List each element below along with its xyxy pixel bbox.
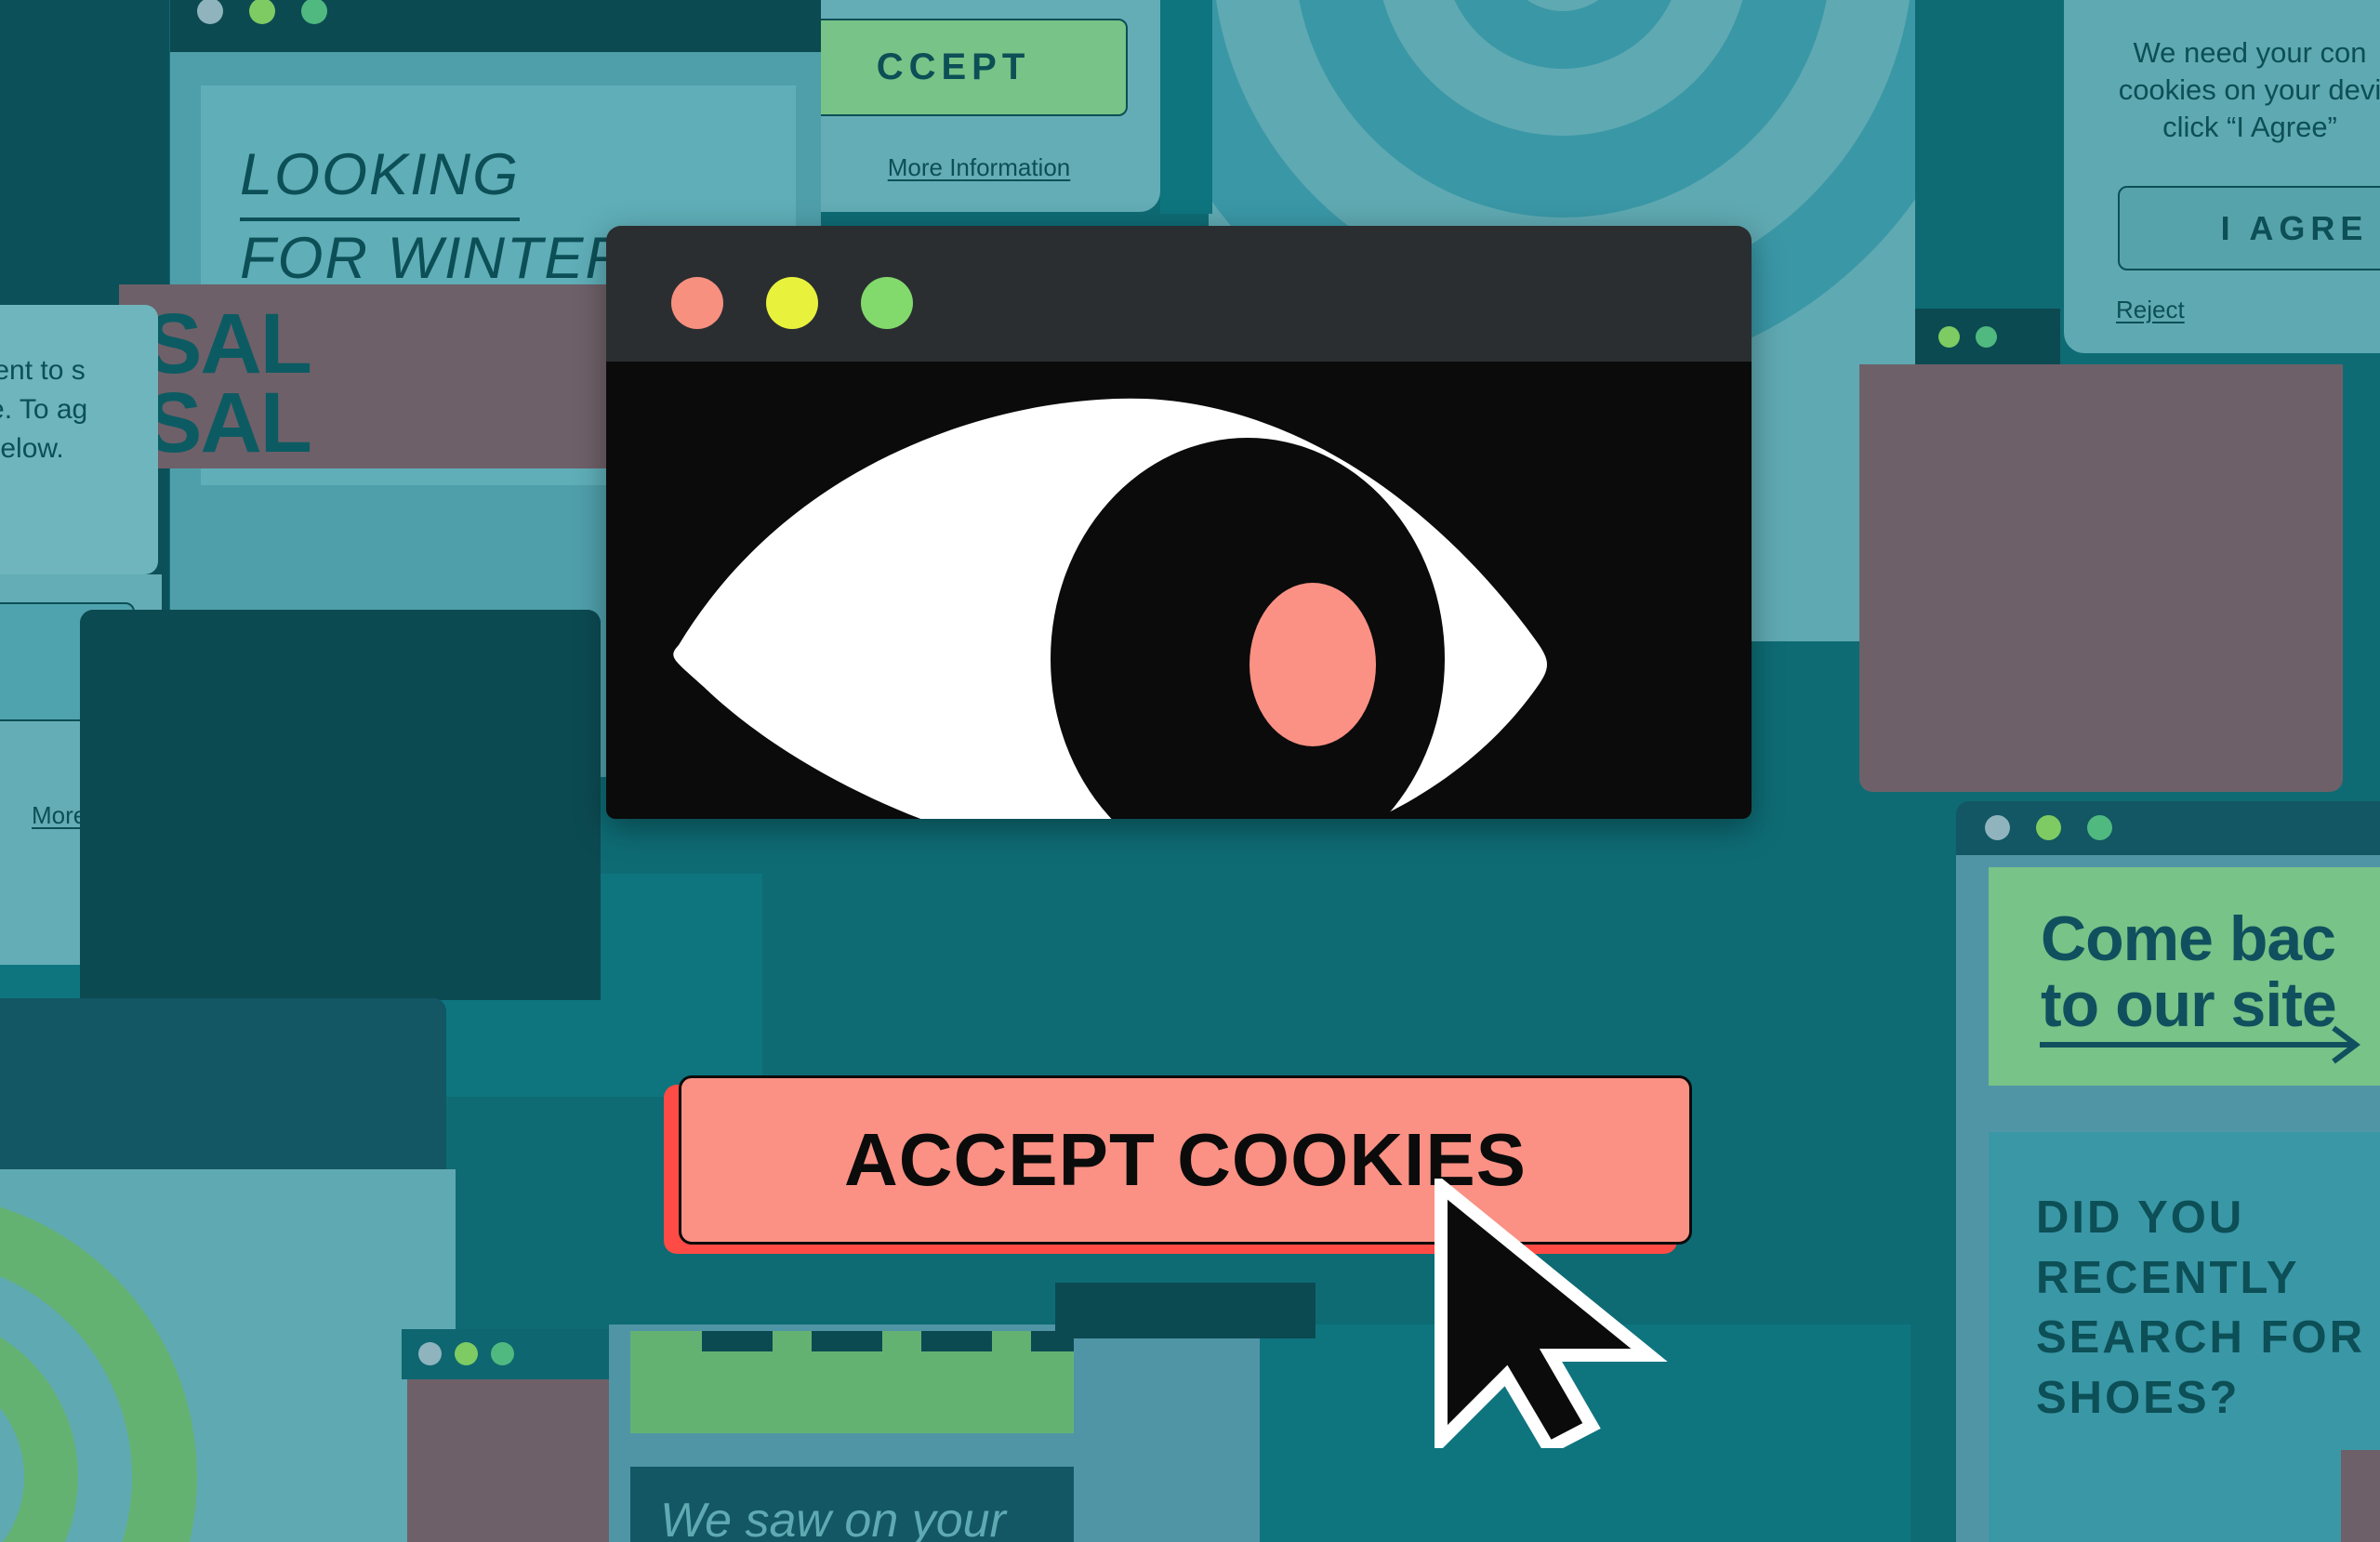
arrow-cursor xyxy=(1435,1179,1668,1448)
bg-block-right-edge-mauve xyxy=(2341,1450,2380,1542)
arrow-right-icon xyxy=(2040,1025,2360,1064)
dot-lime-bottom xyxy=(455,1342,478,1365)
accept-more-info-link[interactable]: More Information xyxy=(798,153,1160,182)
window-body xyxy=(606,362,1752,819)
i-agree-body-line-2: cookies on your devi xyxy=(2118,73,2380,106)
accept-small-button[interactable]: CCEPT xyxy=(798,19,1128,116)
we-saw-headline: We saw on your xyxy=(660,1494,1006,1542)
free-consent-line-2: device. To ag xyxy=(0,394,88,425)
i-agree-body-line-3: click “I Agree” xyxy=(2162,111,2337,143)
castle-notch-3 xyxy=(921,1331,992,1351)
bg-block-accept-right xyxy=(1160,0,1212,214)
i-agree-button[interactable]: I AGRE xyxy=(2118,186,2380,270)
dot-lime-comeback xyxy=(2036,815,2061,840)
bg-window-accept: CCEPT More Information xyxy=(798,0,1160,212)
recent-line-1: DID YOU xyxy=(2036,1193,2245,1243)
castle-notch-1 xyxy=(702,1331,773,1351)
recent-line-4: SHOES? xyxy=(2036,1373,2241,1424)
castle-notch-2 xyxy=(812,1331,882,1351)
cookie-consent-window[interactable] xyxy=(606,226,1752,819)
bg-block-bottom-center-dark xyxy=(1055,1283,1316,1338)
i-agree-body-line-1: We need your con xyxy=(2133,36,2367,69)
bg-block-mauve-right xyxy=(1859,364,2343,792)
comeback-headline: Come bac to our site xyxy=(2041,903,2380,1039)
bg-window-i-agree: We need your con cookies on your devi cl… xyxy=(2064,0,2380,353)
free-consent-line-3: ree” below. xyxy=(0,433,64,464)
coats-headline-line-1: LOOKING xyxy=(240,138,521,221)
sale-line-2: SAL xyxy=(145,375,312,470)
free-consent-line-1: consent to s xyxy=(0,355,86,386)
window-titlebar xyxy=(606,226,1752,362)
minimize-icon[interactable] xyxy=(766,277,818,329)
dot-mint xyxy=(1976,326,1997,348)
recently-searched-headline: DID YOU RECENTLY SEARCH FOR SHOES? xyxy=(2036,1188,2380,1429)
i-agree-reject-link[interactable]: Reject xyxy=(2116,296,2185,324)
bg-window-midleft-chrome xyxy=(80,610,601,1000)
bg-window-green-radar xyxy=(0,1169,456,1542)
maximize-icon[interactable] xyxy=(861,277,913,329)
dot-mint-comeback xyxy=(2087,815,2112,840)
recent-line-2: RECENTLY xyxy=(2036,1252,2300,1303)
illustration-canvas: We need your con cookies on your devi cl… xyxy=(0,0,2380,1542)
dot-grey-blue-comeback xyxy=(1985,815,2010,840)
recent-line-3: SEARCH FOR xyxy=(2036,1312,2365,1364)
bg-window-comeback-chrome xyxy=(1956,801,2380,855)
close-icon[interactable] xyxy=(671,277,723,329)
dot-mint-bottom xyxy=(491,1342,514,1365)
comeback-headline-line-1: Come bac xyxy=(2041,903,2336,974)
sale-text: SAL SAL xyxy=(145,301,666,466)
dot-lime xyxy=(1938,326,1960,348)
surveillance-eye-icon xyxy=(606,362,1752,819)
bg-window-lowerleft-chrome xyxy=(0,998,446,1193)
dot-grey-blue-bottom xyxy=(418,1342,442,1365)
